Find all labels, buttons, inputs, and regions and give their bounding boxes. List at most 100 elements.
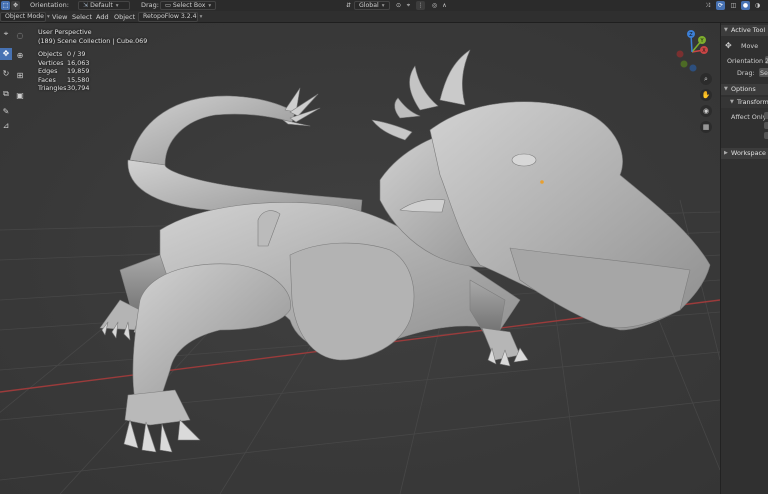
- orientation-value: Default: [90, 2, 113, 9]
- transform-subheader[interactable]: ▼ Transform: [721, 97, 768, 108]
- stat-key: Faces: [38, 75, 56, 84]
- scale-icon[interactable]: ⧉: [0, 88, 12, 100]
- stat-key: Vertices: [38, 58, 64, 67]
- chevron-down-icon: ▾: [208, 3, 212, 9]
- measure-icon[interactable]: ⊿: [0, 120, 12, 132]
- sidebar-panel: ▼ Active Tool ✥ Move Orientation 2 Drag:…: [720, 23, 768, 494]
- gizmo-x-label: X: [702, 48, 706, 54]
- stat-value: 16,063: [67, 58, 90, 67]
- chevron-down-icon: ▼: [730, 99, 734, 105]
- select-circle-icon[interactable]: ◌: [14, 30, 26, 42]
- navigation-gizmo[interactable]: X Y Z: [668, 26, 716, 74]
- gizmo-z-label: Z: [689, 32, 693, 38]
- stat-row: Edges 19,859: [38, 67, 147, 76]
- chevron-down-icon: ▾: [115, 3, 119, 9]
- menu-add[interactable]: Add: [96, 11, 109, 23]
- affect-only-checkbox[interactable]: [764, 122, 768, 129]
- transform-icon[interactable]: ⊕: [14, 50, 26, 62]
- 3d-viewport[interactable]: ⌖ ✥ ↻ ⧉ ✎ ⊿ ◌ ⊕ ⊞ ▣ User Perspective (18…: [0, 23, 720, 494]
- chevron-down-icon: ▼: [724, 86, 728, 92]
- xray-toggle-icon[interactable]: ◫: [729, 1, 738, 10]
- camera-icon[interactable]: ◉: [700, 105, 712, 117]
- drag-value: Select Box: [172, 2, 206, 9]
- move-mode-icon[interactable]: ✥: [11, 1, 20, 10]
- options-title: Options: [731, 85, 756, 93]
- workspace-title: Workspace: [731, 149, 766, 157]
- transform-orientation-value: Global: [359, 2, 379, 9]
- chevron-down-icon: ▾: [381, 3, 385, 9]
- transform-orientation-dropdown[interactable]: Global ▾: [354, 1, 390, 10]
- shading-solid-icon[interactable]: ●: [741, 1, 750, 10]
- stat-value: 0 / 39: [67, 50, 86, 58]
- tool-settings-header: ⬚ ✥ Orientation: ⇲ Default ▾ Drag: ▭ Sele…: [0, 0, 768, 11]
- toolbar: ⌖ ✥ ↻ ⧉ ✎ ⊿: [0, 28, 12, 130]
- viewport-scene: [0, 49, 720, 494]
- chevron-down-icon: ▼: [724, 27, 728, 33]
- select-tool-icon[interactable]: ⬚: [1, 1, 10, 10]
- viewport-header: Object Mode ▾ View Select Add Object Reto…: [0, 11, 768, 23]
- chevron-right-icon: ▶: [724, 150, 728, 156]
- affect-only-checkbox[interactable]: [764, 132, 768, 139]
- stat-value: 30,794: [67, 84, 90, 92]
- menu-select[interactable]: Select: [72, 11, 92, 23]
- stat-key: Objects: [38, 50, 63, 58]
- cube-icon[interactable]: ▣: [14, 90, 26, 102]
- collection-label: (189) Scene Collection | Cube.069: [38, 36, 148, 45]
- stat-row: Faces 15,580: [38, 76, 147, 85]
- shading-material-icon[interactable]: ◑: [753, 1, 762, 10]
- overlay-toggle-icon[interactable]: ⟳: [716, 1, 725, 10]
- proportional-edit-icon[interactable]: ◎: [430, 1, 439, 10]
- hand-icon[interactable]: ✋: [700, 89, 712, 101]
- move-tool-label: Move: [741, 42, 759, 50]
- scale-cage-icon[interactable]: ⊞: [14, 70, 26, 82]
- workspace-header[interactable]: ▶ Workspace: [721, 148, 768, 159]
- mode-value: Object Mode: [5, 13, 44, 20]
- select-box-icon: ▭: [165, 2, 173, 9]
- orientation-dropdown[interactable]: ⇲ Default ▾: [78, 1, 130, 10]
- navigation-buttons: ⌕ ✋ ◉ ▦: [700, 73, 714, 137]
- stat-row: Vertices 16,063: [38, 59, 147, 68]
- stat-row: Objects 0 / 39: [38, 50, 147, 59]
- chevron-down-icon: ▾: [46, 14, 50, 20]
- menu-object[interactable]: Object: [114, 11, 135, 23]
- active-tool-title: Active Tool: [731, 26, 766, 34]
- chevron-down-icon: ▾: [199, 14, 203, 20]
- affect-only-checkbox[interactable]: [764, 112, 768, 119]
- affect-only-label: Affect Only: [731, 113, 767, 121]
- move-icon[interactable]: ✥: [0, 48, 12, 60]
- orientation-label: Orientation: [727, 57, 764, 65]
- options-header[interactable]: ▼ Options: [721, 84, 768, 95]
- retopoflow-label: RetopoFlow 3.2.4: [143, 13, 197, 20]
- tool-column-secondary: ◌ ⊕ ⊞ ▣: [12, 28, 26, 138]
- mode-dropdown[interactable]: Object Mode ▾: [0, 12, 50, 22]
- retopoflow-dropdown[interactable]: RetopoFlow 3.2.4 ▾: [138, 12, 202, 22]
- grid-view-icon[interactable]: ▦: [700, 121, 712, 133]
- perspective-label: User Perspective: [38, 28, 92, 36]
- falloff-icon[interactable]: ∧: [440, 1, 449, 10]
- stat-key: Triangles: [38, 84, 67, 92]
- dragon-mesh[interactable]: [99, 49, 711, 453]
- drag-label: Drag:: [141, 1, 159, 9]
- rotate-icon[interactable]: ↻: [0, 68, 12, 80]
- viewport-stats-overlay: User Perspective (189) Scene Collection …: [38, 28, 147, 93]
- stat-key: Edges: [38, 67, 58, 75]
- viewport-gizmo-toggle-icon[interactable]: ⤨: [703, 1, 712, 10]
- annotate-icon[interactable]: ✎: [0, 106, 12, 118]
- object-origin: [540, 180, 544, 184]
- snap-icon[interactable]: ⌖: [404, 1, 413, 10]
- drag-label: Drag:: [737, 69, 755, 77]
- move-tool-icon: ✥: [725, 41, 732, 50]
- drag-dropdown[interactable]: ▭ Select Box ▾: [160, 1, 216, 10]
- stat-value: 19,859: [67, 67, 90, 75]
- stat-row: Triangles 30,794: [38, 84, 147, 93]
- stat-value: 15,580: [67, 75, 90, 84]
- cursor-icon[interactable]: ⌖: [0, 28, 12, 40]
- snap-target-icon[interactable]: ⋮: [416, 1, 425, 10]
- menu-view[interactable]: View: [52, 11, 67, 23]
- active-tool-header[interactable]: ▼ Active Tool: [721, 25, 768, 36]
- orientation-label: Orientation:: [30, 1, 69, 9]
- zoom-icon[interactable]: ⌕: [700, 73, 712, 85]
- pivot-point-icon[interactable]: ⊙: [394, 1, 403, 10]
- drag-value: Se: [760, 69, 768, 77]
- transform-orientation-icon[interactable]: ⇵: [344, 1, 353, 10]
